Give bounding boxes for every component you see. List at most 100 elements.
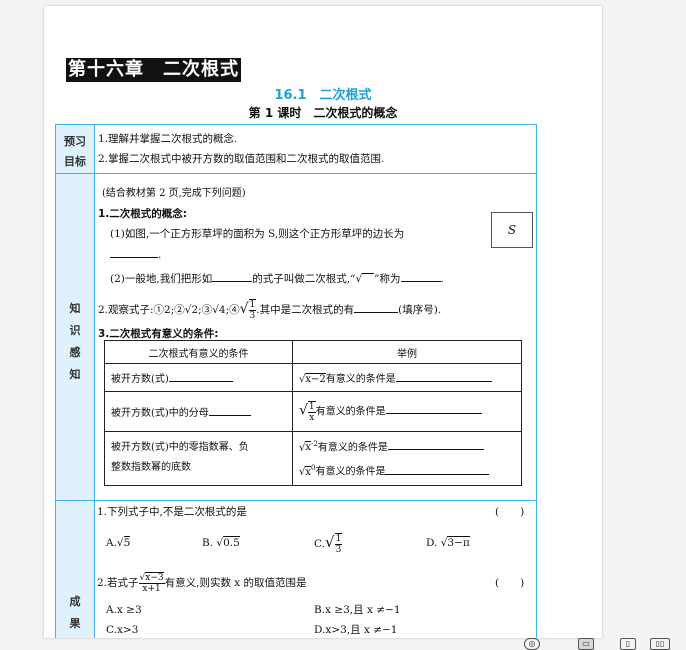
goals-label-2: 目标 bbox=[64, 155, 86, 168]
radical-sign: √ bbox=[355, 273, 375, 285]
page-view-icon[interactable]: ▭ bbox=[578, 638, 594, 650]
results-label-char: 果 bbox=[69, 617, 81, 630]
answer-blank[interactable] bbox=[110, 247, 158, 258]
cond-text: 被开方数(式) bbox=[111, 374, 169, 385]
table-cell: 被开方数(式)中的分母 bbox=[104, 391, 293, 432]
radicand: 0.5 bbox=[223, 536, 240, 549]
answer-blank[interactable] bbox=[385, 403, 482, 414]
denominator: x+1 bbox=[142, 583, 161, 594]
radicand: x−3 bbox=[145, 571, 164, 583]
numerator: 1 bbox=[307, 401, 316, 413]
goal-item-1: 1.理解并掌握二次根式的概念. bbox=[98, 133, 238, 145]
knowledge-side-label: 知 识 感 知 bbox=[56, 174, 95, 501]
knowledge-hint: (结合教材第 2 页,完成下列问题) bbox=[102, 188, 246, 199]
option-letter: C. bbox=[314, 538, 325, 550]
table-row: 被开方数(式)中的零指数幂、负 整数指数幂的底数 √x-2有意义的条件是 √x0有意… bbox=[104, 431, 522, 486]
answer-blank[interactable] bbox=[168, 371, 233, 382]
knowledge-label-char: 感 bbox=[69, 346, 81, 359]
results-label-char: 检 bbox=[56, 637, 94, 638]
radicand: 3−π bbox=[447, 536, 470, 549]
ex-text: 有意义的条件是 bbox=[325, 374, 396, 385]
results-q1: 1.下列式子中,不是二次根式的是 bbox=[97, 506, 247, 518]
knowledge-label-char: 知 bbox=[69, 368, 81, 381]
divider bbox=[55, 500, 537, 501]
q3-title: 3.二次根式有意义的条件: bbox=[98, 328, 219, 340]
table-row: 被开方数(式)中的分母 √ 1 x 有意义的条件是 bbox=[104, 391, 522, 432]
q1-a-blank-line: . bbox=[110, 247, 161, 262]
chapter-title: 第十六章 二次根式 bbox=[66, 58, 241, 82]
option-d[interactable]: D. √3−π bbox=[426, 536, 470, 550]
option-d[interactable]: D.x>3,且 x ≠−1 bbox=[314, 623, 398, 637]
goal-item-2: 2.掌握二次根式中被开方数的取值范围和二次根式的取值范围. bbox=[98, 153, 385, 165]
table-cell: 被开方数(式)中的零指数幂、负 整数指数幂的底数 bbox=[104, 431, 293, 486]
ex-fraction: 1x bbox=[307, 400, 316, 423]
answer-blank[interactable] bbox=[208, 405, 251, 416]
answer-blank[interactable] bbox=[395, 371, 492, 382]
q2-pre: 2.若式子 bbox=[97, 577, 139, 589]
lesson-title: 第 1 课时 二次根式的概念 bbox=[248, 106, 398, 120]
table-row: 被开方数(式) √x−2有意义的条件是 bbox=[104, 363, 522, 392]
numerator: √x−3 bbox=[138, 571, 165, 584]
option-fraction: 13 bbox=[334, 533, 343, 555]
option-c[interactable]: C.x>3 bbox=[106, 623, 138, 637]
square-figure: S bbox=[491, 212, 533, 248]
q1-b-pre: (2)一般地,我们把形如 bbox=[110, 273, 213, 285]
q1-a-prefix: (1)如图,一个正方形草坪的面积为 S,则这个正方形草坪的边长为 bbox=[110, 228, 405, 240]
answer-blank[interactable] bbox=[387, 439, 484, 451]
results-q2: 2.若式子 √x−3 x+1 有意义,则实数 x 的取值范围是 bbox=[97, 571, 307, 595]
q1-title: 1.二次根式的概念: bbox=[98, 208, 187, 220]
option-letter: B. bbox=[202, 537, 214, 549]
document-page: 第十六章 二次根式 16.1 二次根式 第 1 课时 二次根式的概念 预习 目标… bbox=[44, 6, 602, 638]
answer-blank[interactable] bbox=[212, 271, 253, 282]
single-page-icon[interactable]: ▯ bbox=[620, 638, 636, 650]
q1-a-text: (1)如图,一个正方形草坪的面积为 S,则这个正方形草坪的边长为 bbox=[110, 227, 404, 241]
q1-b-mid: 的式子叫做二次根式,“ bbox=[252, 273, 356, 285]
answer-blank[interactable] bbox=[385, 464, 490, 475]
ex-text: 有意义的条件是 bbox=[315, 466, 386, 478]
results-q2-paren: ( ) bbox=[495, 577, 525, 589]
cond-text: 被开方数(式)中的分母 bbox=[111, 408, 209, 419]
q2-post: 有意义,则实数 x 的取值范围是 bbox=[164, 577, 307, 589]
q2-pre: 2.观察式子:①2;② bbox=[98, 304, 185, 316]
goals-label-1: 预习 bbox=[64, 135, 86, 148]
radicand: x−2 bbox=[305, 373, 326, 385]
q2-m2: 4;④ bbox=[218, 304, 240, 316]
q2-end: .其中是二次根式的有 bbox=[256, 304, 355, 316]
table-cell: √x-2有意义的条件是 √x0有意义的条件是 bbox=[292, 431, 522, 486]
answer-blank[interactable] bbox=[400, 271, 441, 282]
section-title: 16.1 二次根式 bbox=[274, 88, 372, 103]
option-a[interactable]: A.√5 bbox=[106, 536, 131, 550]
ex-text: 有意义的条件是 bbox=[317, 442, 388, 454]
numerator: 1 bbox=[334, 534, 343, 545]
q1-a-end: . bbox=[158, 249, 162, 261]
results-side-label: 成 果 检 bbox=[56, 501, 95, 638]
cond-text: 被开方数(式)中的零指数幂、负 bbox=[111, 442, 249, 454]
results-label-char: 成 bbox=[69, 595, 81, 608]
table-cell: √ 1 x 有意义的条件是 bbox=[292, 391, 522, 432]
status-bar: ◎ ▭ ▯ ▯▯ bbox=[520, 636, 686, 650]
answer-blank[interactable] bbox=[354, 302, 399, 313]
table-cell: 被开方数(式) bbox=[104, 363, 293, 392]
cond-text: 整数指数幂的底数 bbox=[111, 462, 191, 474]
option-b[interactable]: B.x ≥3,且 x ≠−1 bbox=[314, 603, 401, 617]
option-letter: D. bbox=[426, 537, 438, 549]
radicand: 5 bbox=[123, 536, 131, 549]
option-c[interactable]: C.√ 1 3 bbox=[314, 530, 343, 556]
two-page-icon[interactable]: ▯▯ bbox=[650, 638, 670, 650]
denominator: x bbox=[309, 412, 315, 423]
q1-b-text: (2)一般地,我们把形如 的式子叫做二次根式,“√ ”称为. bbox=[110, 271, 444, 286]
q2-m1: 2;③ bbox=[191, 304, 213, 316]
conditions-table: 二次根式有意义的条件 举例 被开方数(式) √x−2有意义的条件是 被开方数(式… bbox=[104, 340, 522, 486]
exponent: -2 bbox=[311, 440, 318, 448]
option-b[interactable]: B. √0.5 bbox=[202, 536, 240, 550]
option-letter: A. bbox=[106, 537, 117, 549]
ex-text: 有意义的条件是 bbox=[315, 406, 386, 417]
table-header: 举例 bbox=[292, 340, 522, 364]
option-a[interactable]: A.x ≥3 bbox=[106, 603, 142, 617]
goals-side-label: 预习 目标 bbox=[56, 125, 95, 173]
divider bbox=[56, 173, 536, 174]
focus-icon[interactable]: ◎ bbox=[524, 638, 540, 650]
radical-sign: √ bbox=[239, 301, 249, 317]
q1-b-end: . bbox=[440, 273, 444, 285]
q1-b-mid2: ”称为 bbox=[374, 273, 401, 285]
